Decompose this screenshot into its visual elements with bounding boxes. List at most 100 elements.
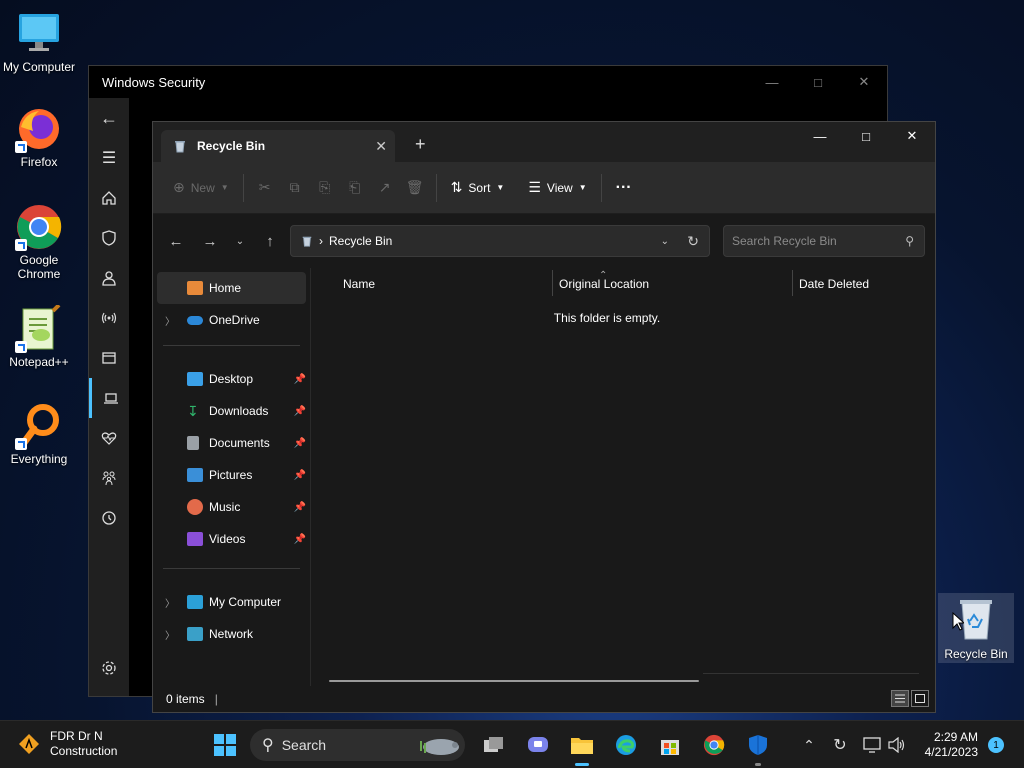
share-icon[interactable]: ↗ (370, 172, 400, 204)
minimize-button[interactable]: — (749, 66, 795, 98)
close-button[interactable]: ✕ (841, 66, 887, 98)
nav-item-documents[interactable]: Documents 📌 (153, 427, 310, 459)
sort-button[interactable]: ⇅ Sort ▼ (443, 172, 513, 204)
copy-icon[interactable]: ⧉ (280, 172, 310, 204)
settings-gear-icon[interactable] (89, 648, 129, 688)
new-tab-button[interactable]: + (415, 134, 426, 155)
chevron-right-icon[interactable]: 〉 (165, 595, 175, 610)
pin-icon[interactable]: 📌 (294, 374, 306, 385)
chevron-down-icon[interactable]: ⌄ (661, 236, 669, 247)
volume-icon[interactable] (881, 729, 913, 761)
nav-item-home[interactable]: Home (157, 272, 306, 304)
column-divider[interactable] (552, 270, 553, 296)
wifi-antenna-icon[interactable] (89, 298, 129, 338)
back-arrow-icon[interactable]: ← (89, 98, 129, 138)
delete-trash-icon[interactable]: 🗑 (400, 172, 430, 204)
column-original-location[interactable]: Original Location (559, 277, 649, 291)
search-input[interactable]: Search Recycle Bin ⚲ (723, 225, 925, 257)
microsoft-store-icon[interactable] (654, 729, 686, 761)
file-explorer-icon[interactable] (566, 729, 598, 766)
forward-button[interactable]: → (195, 226, 225, 256)
horizontal-scrollbar[interactable] (329, 680, 699, 682)
pin-icon[interactable]: 📌 (294, 470, 306, 481)
sync-icon[interactable]: ↻ (824, 729, 856, 761)
download-arrow-icon: ↧ (187, 403, 199, 419)
explorer-tab-bar: Recycle Bin ✕ + — □ ✕ (153, 122, 935, 162)
close-button[interactable]: ✕ (889, 122, 935, 150)
recent-locations-button[interactable]: ⌄ (225, 226, 255, 256)
desktop-icon-firefox[interactable]: Firefox (0, 105, 78, 169)
hamburger-menu-icon[interactable]: ☰ (89, 138, 129, 178)
file-list-area[interactable]: Name ⌃ Original Location Date Deleted Th… (313, 268, 935, 686)
nav-item-network[interactable]: 〉 Network (153, 618, 310, 650)
pin-icon[interactable]: 📌 (294, 502, 306, 513)
tab-recycle-bin[interactable]: Recycle Bin ✕ (161, 130, 395, 162)
toolbar-divider (600, 173, 602, 202)
shield-icon[interactable] (89, 218, 129, 258)
pin-icon[interactable]: 📌 (294, 438, 306, 449)
task-view-icon[interactable] (478, 729, 510, 761)
address-field[interactable]: › Recycle Bin ⌄ ↻ (290, 225, 710, 257)
desktop-icon-my-computer[interactable]: My Computer (0, 10, 78, 74)
show-hidden-icons-chevron-icon[interactable]: ⌃ (793, 729, 825, 761)
clock[interactable]: 2:29 AM 4/21/2023 (918, 730, 978, 760)
edge-icon[interactable] (610, 729, 642, 761)
home-icon[interactable] (89, 178, 129, 218)
column-date-deleted[interactable]: Date Deleted (799, 277, 869, 291)
notification-badge[interactable]: 1 (988, 737, 1004, 753)
document-icon (187, 436, 199, 450)
refresh-icon[interactable]: ↻ (687, 233, 699, 250)
nav-item-music[interactable]: Music 📌 (153, 491, 310, 523)
address-path[interactable]: Recycle Bin (329, 234, 392, 248)
pin-icon[interactable]: 📌 (294, 406, 306, 417)
chevron-right-icon[interactable]: 〉 (165, 627, 175, 642)
desktop-icon-recycle-bin[interactable]: Recycle Bin (938, 593, 1014, 663)
shortcut-arrow-icon (15, 141, 27, 153)
desktop-icon-notepadpp[interactable]: Notepad++ (0, 303, 78, 369)
nav-item-downloads[interactable]: ↧ Downloads 📌 (153, 395, 310, 427)
details-view-icon[interactable] (891, 690, 909, 707)
rename-icon[interactable]: ⎗ (340, 172, 370, 204)
minimize-button[interactable]: — (797, 122, 843, 150)
nav-item-videos[interactable]: Videos 📌 (153, 523, 310, 555)
weather-widget[interactable]: FDR Dr N Construction (18, 729, 117, 759)
close-tab-icon[interactable]: ✕ (375, 138, 387, 155)
teams-chat-icon[interactable] (522, 729, 554, 761)
address-bar-row: ← → ⌄ ↑ › Recycle Bin ⌄ ↻ Search Recycle… (153, 214, 935, 268)
nav-item-onedrive[interactable]: 〉 OneDrive (153, 304, 310, 336)
family-icon[interactable] (89, 458, 129, 498)
history-icon[interactable] (89, 498, 129, 538)
start-button[interactable] (209, 729, 241, 761)
column-name[interactable]: Name (343, 277, 375, 291)
cut-icon[interactable]: ✂ (250, 172, 280, 204)
chrome-icon[interactable] (698, 729, 730, 761)
back-button[interactable]: ← (161, 226, 191, 256)
nav-item-desktop[interactable]: Desktop 📌 (153, 363, 310, 395)
maximize-button[interactable]: □ (795, 66, 841, 98)
chevron-right-icon[interactable]: 〉 (165, 313, 175, 328)
plus-circle-icon: ⊕ (173, 179, 185, 195)
maximize-button[interactable]: □ (843, 122, 889, 150)
more-dots-icon: ··· (615, 178, 632, 196)
cloud-icon (187, 315, 203, 325)
taskbar-search[interactable]: ⚲ Search (250, 729, 465, 761)
desktop-icon-everything[interactable]: Everything (0, 402, 78, 466)
health-heart-icon[interactable] (89, 418, 129, 458)
desktop-icon-chrome[interactable]: Google Chrome (0, 203, 78, 281)
nav-item-pictures[interactable]: Pictures 📌 (153, 459, 310, 491)
nav-item-my-computer[interactable]: 〉 My Computer (153, 586, 310, 618)
pin-icon[interactable]: 📌 (294, 534, 306, 545)
windows-security-shield-icon[interactable] (742, 729, 774, 766)
app-browser-icon[interactable] (89, 338, 129, 378)
laptop-icon[interactable] (89, 378, 129, 418)
more-options-button[interactable]: ··· (608, 172, 640, 204)
tiles-view-icon[interactable] (911, 690, 929, 707)
up-button[interactable]: ↑ (255, 226, 285, 256)
column-divider[interactable] (792, 270, 793, 296)
view-lines-icon: ☰ (528, 179, 541, 195)
new-button[interactable]: ⊕ New ▼ (165, 172, 237, 204)
person-icon[interactable] (89, 258, 129, 298)
paste-icon[interactable]: ⎘ (310, 172, 340, 204)
view-button[interactable]: ☰ View ▼ (520, 172, 594, 204)
view-toggle-group (891, 690, 929, 707)
